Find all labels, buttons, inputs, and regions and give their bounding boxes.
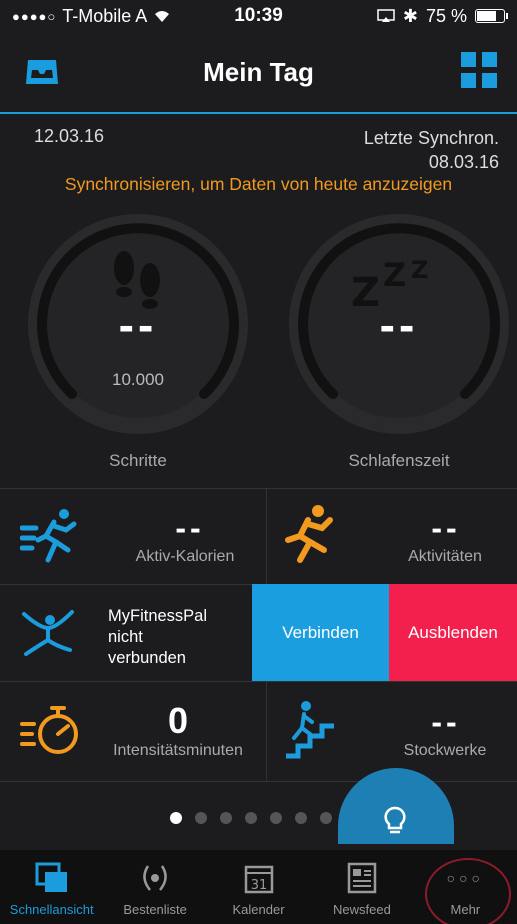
sync-warning[interactable]: Synchronisieren, um Daten von heute anzu… — [0, 174, 517, 195]
hide-button[interactable]: Ausblenden — [389, 584, 517, 681]
steps-goal: 10.000 — [112, 370, 164, 389]
lightbulb-icon — [384, 806, 406, 834]
highlight-circle — [425, 858, 511, 924]
wifi-icon — [155, 11, 170, 22]
tab-label: Newsfeed — [333, 902, 391, 917]
intensity-value: 0 — [167, 700, 193, 741]
mfp-status-text: MyFitnessPal nicht verbunden — [108, 607, 208, 667]
tab-label: Bestenliste — [123, 902, 187, 917]
running-man-blue-icon — [20, 509, 77, 563]
myfitnesspal-figure-icon — [22, 610, 74, 656]
bluetooth-icon: ✱ — [402, 5, 418, 26]
page-dot[interactable] — [220, 812, 232, 824]
tab-label: Schnellansicht — [9, 902, 94, 917]
page-dot[interactable] — [270, 812, 282, 824]
active-calories-value: -- — [175, 510, 205, 546]
signal-dots-icon: ●●●●○ — [12, 8, 57, 24]
inbox-icon[interactable] — [24, 56, 60, 88]
battery-percent: 75 % — [425, 5, 467, 26]
quickview-icon — [32, 858, 72, 898]
steps-gauge[interactable]: -- 10.000 — [20, 206, 256, 442]
svg-text:31: 31 — [250, 878, 267, 893]
page-dot[interactable] — [245, 812, 257, 824]
running-man-orange-icon — [285, 505, 333, 563]
sleep-gauge[interactable]: Z Z Z -- — [281, 206, 517, 442]
sleep-label: Schlafenszeit — [348, 451, 450, 470]
tab-quickview[interactable]: Schnellansicht — [0, 850, 103, 924]
dashboard-grid-icon[interactable] — [461, 52, 497, 88]
active-calories-label: Aktiv-Kalorien — [135, 548, 235, 565]
svg-text:Z: Z — [383, 256, 406, 294]
page-dot[interactable] — [170, 812, 182, 824]
floors-label: Stockwerke — [403, 742, 487, 759]
steps-value: -- — [118, 299, 158, 351]
newspaper-icon — [342, 858, 382, 898]
screen-mirror-icon — [377, 9, 395, 22]
stopwatch-icon — [20, 706, 78, 754]
activities-label: Aktivitäten — [408, 548, 482, 565]
last-sync-date: 08.03.16 — [428, 152, 499, 172]
battery-icon — [475, 9, 508, 23]
status-bar: ●●●●○ T-Mobile A 10:39 ✱ 75 % — [0, 0, 517, 32]
page-indicator[interactable] — [170, 812, 332, 824]
page-dot[interactable] — [295, 812, 307, 824]
steps-label: Schritte — [109, 451, 167, 470]
page-dot[interactable] — [320, 812, 332, 824]
laurel-icon — [135, 858, 175, 898]
tab-leaderboard[interactable]: Bestenliste — [103, 850, 206, 924]
sleep-value: -- — [379, 299, 419, 351]
svg-text:Z: Z — [411, 256, 428, 284]
tab-calendar[interactable]: 31 Kalender — [207, 850, 310, 924]
connect-button[interactable]: Verbinden — [252, 584, 389, 681]
tab-label: Kalender — [232, 902, 285, 917]
activities-value: -- — [431, 510, 461, 546]
last-sync-label: Letzte Synchron. — [363, 128, 499, 148]
carrier-label: T-Mobile A — [62, 5, 148, 26]
calendar-icon: 31 — [239, 858, 279, 898]
tab-newsfeed[interactable]: Newsfeed — [310, 850, 413, 924]
floors-value: -- — [431, 704, 461, 740]
current-date: 12.03.16 — [34, 126, 105, 146]
intensity-label: Intensitätsminuten — [113, 742, 243, 759]
nav-bar: Mein Tag — [0, 32, 517, 114]
page-title: Mein Tag — [203, 56, 314, 87]
stairs-icon — [286, 701, 334, 759]
page-dot[interactable] — [195, 812, 207, 824]
